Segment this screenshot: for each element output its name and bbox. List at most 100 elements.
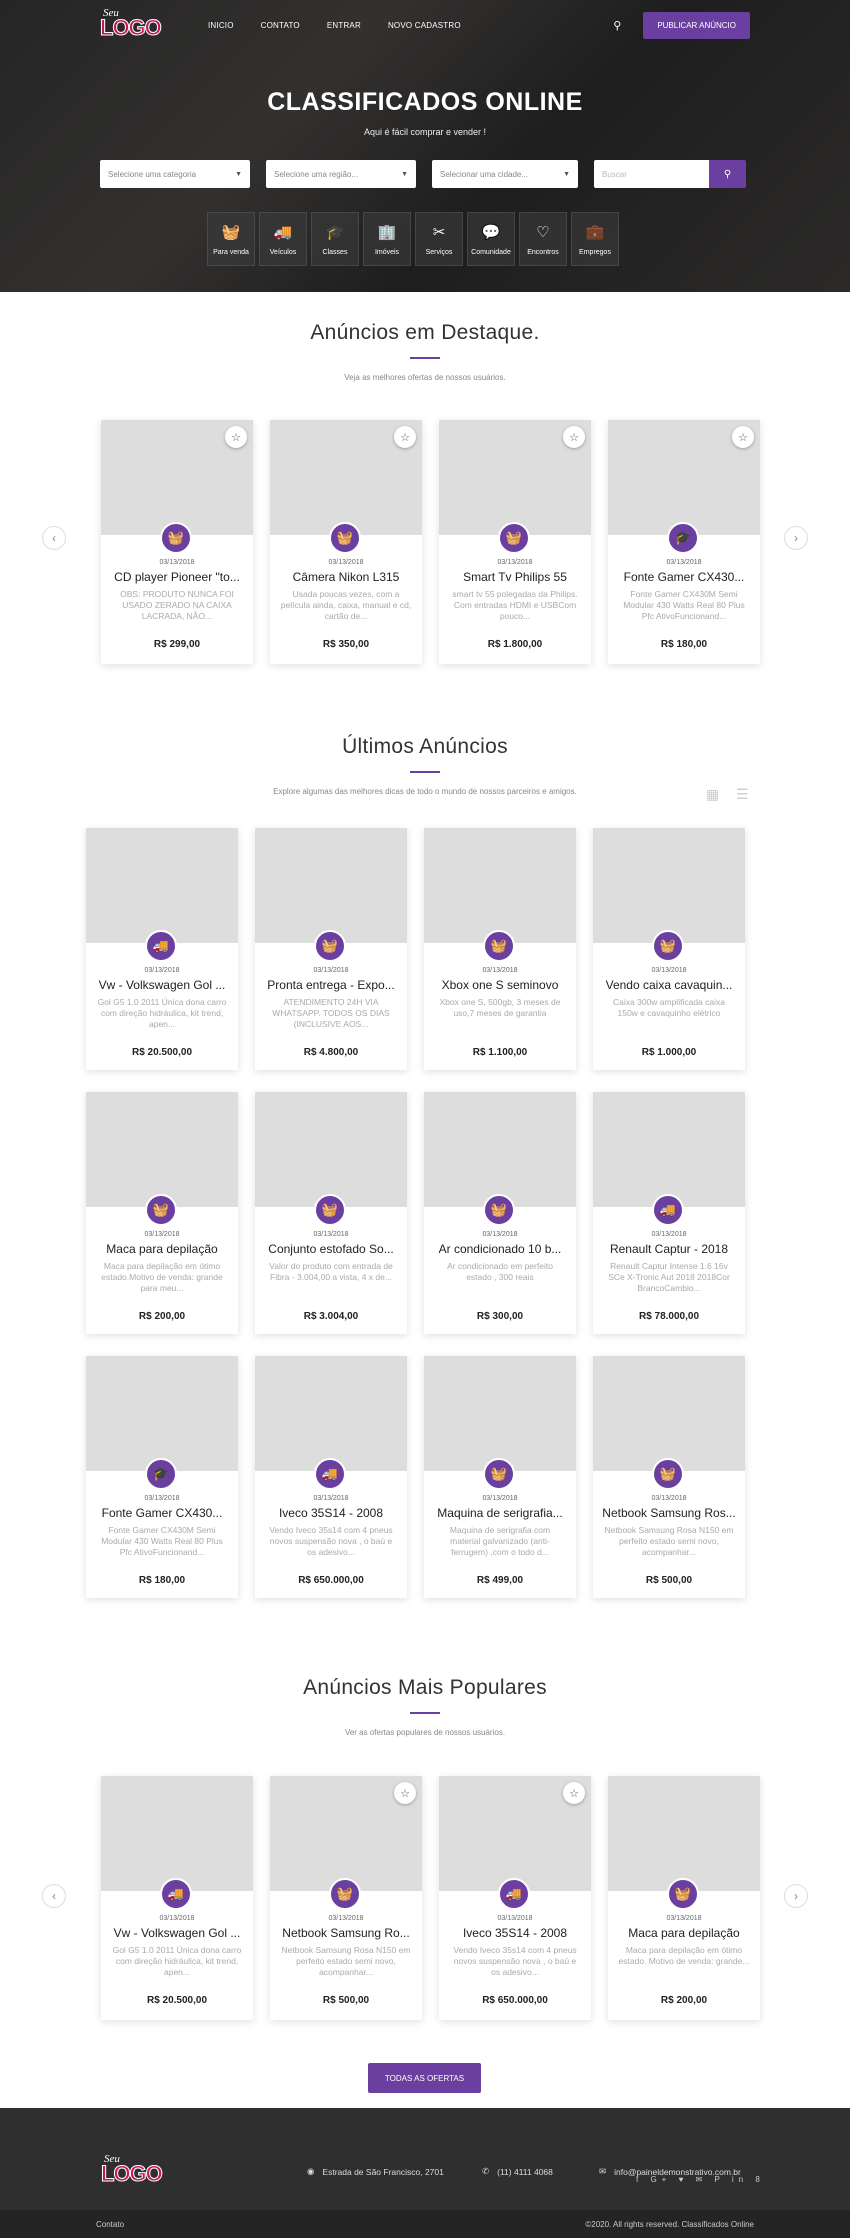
favorite-star-icon[interactable]: ☆ bbox=[563, 1782, 585, 1804]
listing-card[interactable]: 🧺 03/13/2018 Ar condicionado 10 b... Ar … bbox=[424, 1092, 576, 1334]
section-subtitle: Ver as ofertas populares de nossos usuár… bbox=[344, 1728, 506, 1737]
carousel-next-button[interactable]: › bbox=[784, 1884, 808, 1908]
city-select[interactable]: Selecionar uma cidade... ▼ bbox=[432, 160, 578, 188]
listing-image[interactable]: ☆ bbox=[270, 1776, 422, 1891]
listing-card[interactable]: 🚚 03/13/2018 Vw - Volkswagen Gol ... Gol… bbox=[101, 1776, 253, 2020]
listing-card[interactable]: 🧺 03/13/2018 Conjunto estofado So... Val… bbox=[255, 1092, 407, 1334]
listing-title[interactable]: Câmera Nikon L315 bbox=[270, 570, 422, 584]
listing-title[interactable]: Pronta entrega - Expo... bbox=[255, 978, 407, 992]
region-select[interactable]: Selecione uma região... ▼ bbox=[266, 160, 416, 188]
listing-card[interactable]: ☆ 🧺 03/13/2018 Smart Tv Philips 55 smart… bbox=[439, 420, 591, 664]
listing-title[interactable]: Netbook Samsung Ros... bbox=[593, 1506, 745, 1520]
carousel-prev-button[interactable]: ‹ bbox=[42, 526, 66, 550]
listing-image[interactable]: ☆ bbox=[270, 420, 422, 535]
listing-card[interactable]: ☆ 🎓 03/13/2018 Fonte Gamer CX430... Font… bbox=[608, 420, 760, 664]
listing-image[interactable] bbox=[101, 1776, 253, 1891]
listing-title[interactable]: Xbox one S seminovo bbox=[424, 978, 576, 992]
nav-inicio[interactable]: INICIO bbox=[208, 21, 234, 30]
category-1[interactable]: 🚚 Veículos bbox=[259, 212, 307, 266]
search-submit-button[interactable]: ⚲ bbox=[709, 160, 746, 188]
listing-title[interactable]: Ar condicionado 10 b... bbox=[424, 1242, 576, 1256]
favorite-star-icon[interactable]: ☆ bbox=[225, 426, 247, 448]
listing-title[interactable]: Maquina de serigrafia... bbox=[424, 1506, 576, 1520]
listing-image[interactable] bbox=[86, 1356, 238, 1471]
listing-card[interactable]: 🧺 03/13/2018 Maca para depilação Maca pa… bbox=[86, 1092, 238, 1334]
listing-title[interactable]: Fonte Gamer CX430... bbox=[86, 1506, 238, 1520]
listing-title[interactable]: Iveco 35S14 - 2008 bbox=[439, 1926, 591, 1940]
carousel-prev-button[interactable]: ‹ bbox=[42, 1884, 66, 1908]
favorite-star-icon[interactable]: ☆ bbox=[563, 426, 585, 448]
grid-view-icon[interactable]: ▦ bbox=[706, 786, 719, 803]
listing-title[interactable]: Maca para depilação bbox=[608, 1926, 760, 1940]
keyword-input[interactable]: Buscar bbox=[594, 160, 709, 188]
listing-image[interactable] bbox=[86, 828, 238, 943]
listing-title[interactable]: Netbook Samsung Ro... bbox=[270, 1926, 422, 1940]
listing-card[interactable]: 🎓 03/13/2018 Fonte Gamer CX430... Fonte … bbox=[86, 1356, 238, 1598]
listing-card[interactable]: 🚚 03/13/2018 Renault Captur - 2018 Renau… bbox=[593, 1092, 745, 1334]
listing-card[interactable]: 🧺 03/13/2018 Maquina de serigrafia... Ma… bbox=[424, 1356, 576, 1598]
listing-title[interactable]: Iveco 35S14 - 2008 bbox=[255, 1506, 407, 1520]
favorite-star-icon[interactable]: ☆ bbox=[394, 1782, 416, 1804]
publish-ad-button[interactable]: PUBLICAR ANÚNCIO bbox=[643, 11, 750, 39]
listing-card[interactable]: 🧺 03/13/2018 Netbook Samsung Ros... Netb… bbox=[593, 1356, 745, 1598]
list-view-icon[interactable]: ☰ bbox=[736, 786, 749, 803]
favorite-star-icon[interactable]: ☆ bbox=[732, 426, 754, 448]
listing-date: 03/13/2018 bbox=[159, 1915, 195, 1922]
footer-logo[interactable]: Seu LOGO bbox=[101, 2153, 171, 2189]
listing-title[interactable]: Maca para depilação bbox=[86, 1242, 238, 1256]
listing-title[interactable]: Vendo caixa cavaquin... bbox=[593, 978, 745, 992]
category-2[interactable]: 🎓 Classes bbox=[311, 212, 359, 266]
site-logo[interactable]: Seu LOGO bbox=[100, 7, 170, 43]
category-3[interactable]: 🏢 Imóveis bbox=[363, 212, 411, 266]
footer: Seu LOGO ◉ Estrada de São Francisco, 2701… bbox=[0, 2108, 850, 2238]
listing-title[interactable]: Vw - Volkswagen Gol ... bbox=[101, 1926, 253, 1940]
category-6[interactable]: ♡ Encontros bbox=[519, 212, 567, 266]
listing-image[interactable] bbox=[255, 828, 407, 943]
listing-image[interactable] bbox=[86, 1092, 238, 1207]
listing-card[interactable]: 🧺 03/13/2018 Vendo caixa cavaquin... Cai… bbox=[593, 828, 745, 1070]
all-offers-button[interactable]: TODAS AS OFERTAS bbox=[368, 2063, 481, 2093]
listing-image[interactable]: ☆ bbox=[608, 420, 760, 535]
listing-card[interactable]: ☆ 🧺 03/13/2018 CD player Pioneer "to... … bbox=[101, 420, 253, 664]
category-7[interactable]: 💼 Empregos bbox=[571, 212, 619, 266]
listing-image[interactable] bbox=[424, 828, 576, 943]
social-links[interactable]: f G+ ♥ ✉ P in 8 bbox=[636, 2175, 765, 2184]
listing-image[interactable] bbox=[255, 1092, 407, 1207]
listing-image[interactable] bbox=[593, 1356, 745, 1471]
listing-title[interactable]: Renault Captur - 2018 bbox=[593, 1242, 745, 1256]
listing-title[interactable]: Conjunto estofado So... bbox=[255, 1242, 407, 1256]
listing-image[interactable] bbox=[593, 828, 745, 943]
listing-card[interactable]: 🧺 03/13/2018 Pronta entrega - Expo... AT… bbox=[255, 828, 407, 1070]
listing-title[interactable]: Vw - Volkswagen Gol ... bbox=[86, 978, 238, 992]
listing-image[interactable] bbox=[424, 1356, 576, 1471]
listing-card[interactable]: 🧺 03/13/2018 Maca para depilação Maca pa… bbox=[608, 1776, 760, 2020]
nav-entrar[interactable]: ENTRAR bbox=[327, 21, 361, 30]
listing-image[interactable]: ☆ bbox=[439, 420, 591, 535]
listing-card[interactable]: ☆ 🧺 03/13/2018 Netbook Samsung Ro... Net… bbox=[270, 1776, 422, 2020]
listing-card[interactable]: ☆ 🚚 03/13/2018 Iveco 35S14 - 2008 Vendo … bbox=[439, 1776, 591, 2020]
listing-card[interactable]: 🚚 03/13/2018 Iveco 35S14 - 2008 Vendo Iv… bbox=[255, 1356, 407, 1598]
category-5[interactable]: 💬 Comunidade bbox=[467, 212, 515, 266]
category-select[interactable]: Selecione uma categoria ▼ bbox=[100, 160, 250, 188]
listing-image[interactable] bbox=[424, 1092, 576, 1207]
search-icon[interactable]: ⚲ bbox=[613, 19, 621, 32]
listing-card[interactable]: 🧺 03/13/2018 Xbox one S seminovo Xbox on… bbox=[424, 828, 576, 1070]
listing-image[interactable]: ☆ bbox=[101, 420, 253, 535]
listing-image[interactable] bbox=[255, 1356, 407, 1471]
nav-contato[interactable]: CONTATO bbox=[261, 21, 300, 30]
listing-title[interactable]: Fonte Gamer CX430... bbox=[608, 570, 760, 584]
footer-bottom-bar: Contato ©2020. All rights reserved. Clas… bbox=[0, 2210, 850, 2238]
listing-card[interactable]: 🚚 03/13/2018 Vw - Volkswagen Gol ... Gol… bbox=[86, 828, 238, 1070]
footer-contact-link[interactable]: Contato bbox=[96, 2220, 124, 2229]
category-4[interactable]: ✂ Serviços bbox=[415, 212, 463, 266]
listing-title[interactable]: CD player Pioneer "to... bbox=[101, 570, 253, 584]
nav-novo-cadastro[interactable]: NOVO CADASTRO bbox=[388, 21, 461, 30]
favorite-star-icon[interactable]: ☆ bbox=[394, 426, 416, 448]
category-0[interactable]: 🧺 Para venda bbox=[207, 212, 255, 266]
listing-image[interactable] bbox=[608, 1776, 760, 1891]
listing-image[interactable]: ☆ bbox=[439, 1776, 591, 1891]
listing-image[interactable] bbox=[593, 1092, 745, 1207]
listing-title[interactable]: Smart Tv Philips 55 bbox=[439, 570, 591, 584]
carousel-next-button[interactable]: › bbox=[784, 526, 808, 550]
listing-card[interactable]: ☆ 🧺 03/13/2018 Câmera Nikon L315 Usada p… bbox=[270, 420, 422, 664]
